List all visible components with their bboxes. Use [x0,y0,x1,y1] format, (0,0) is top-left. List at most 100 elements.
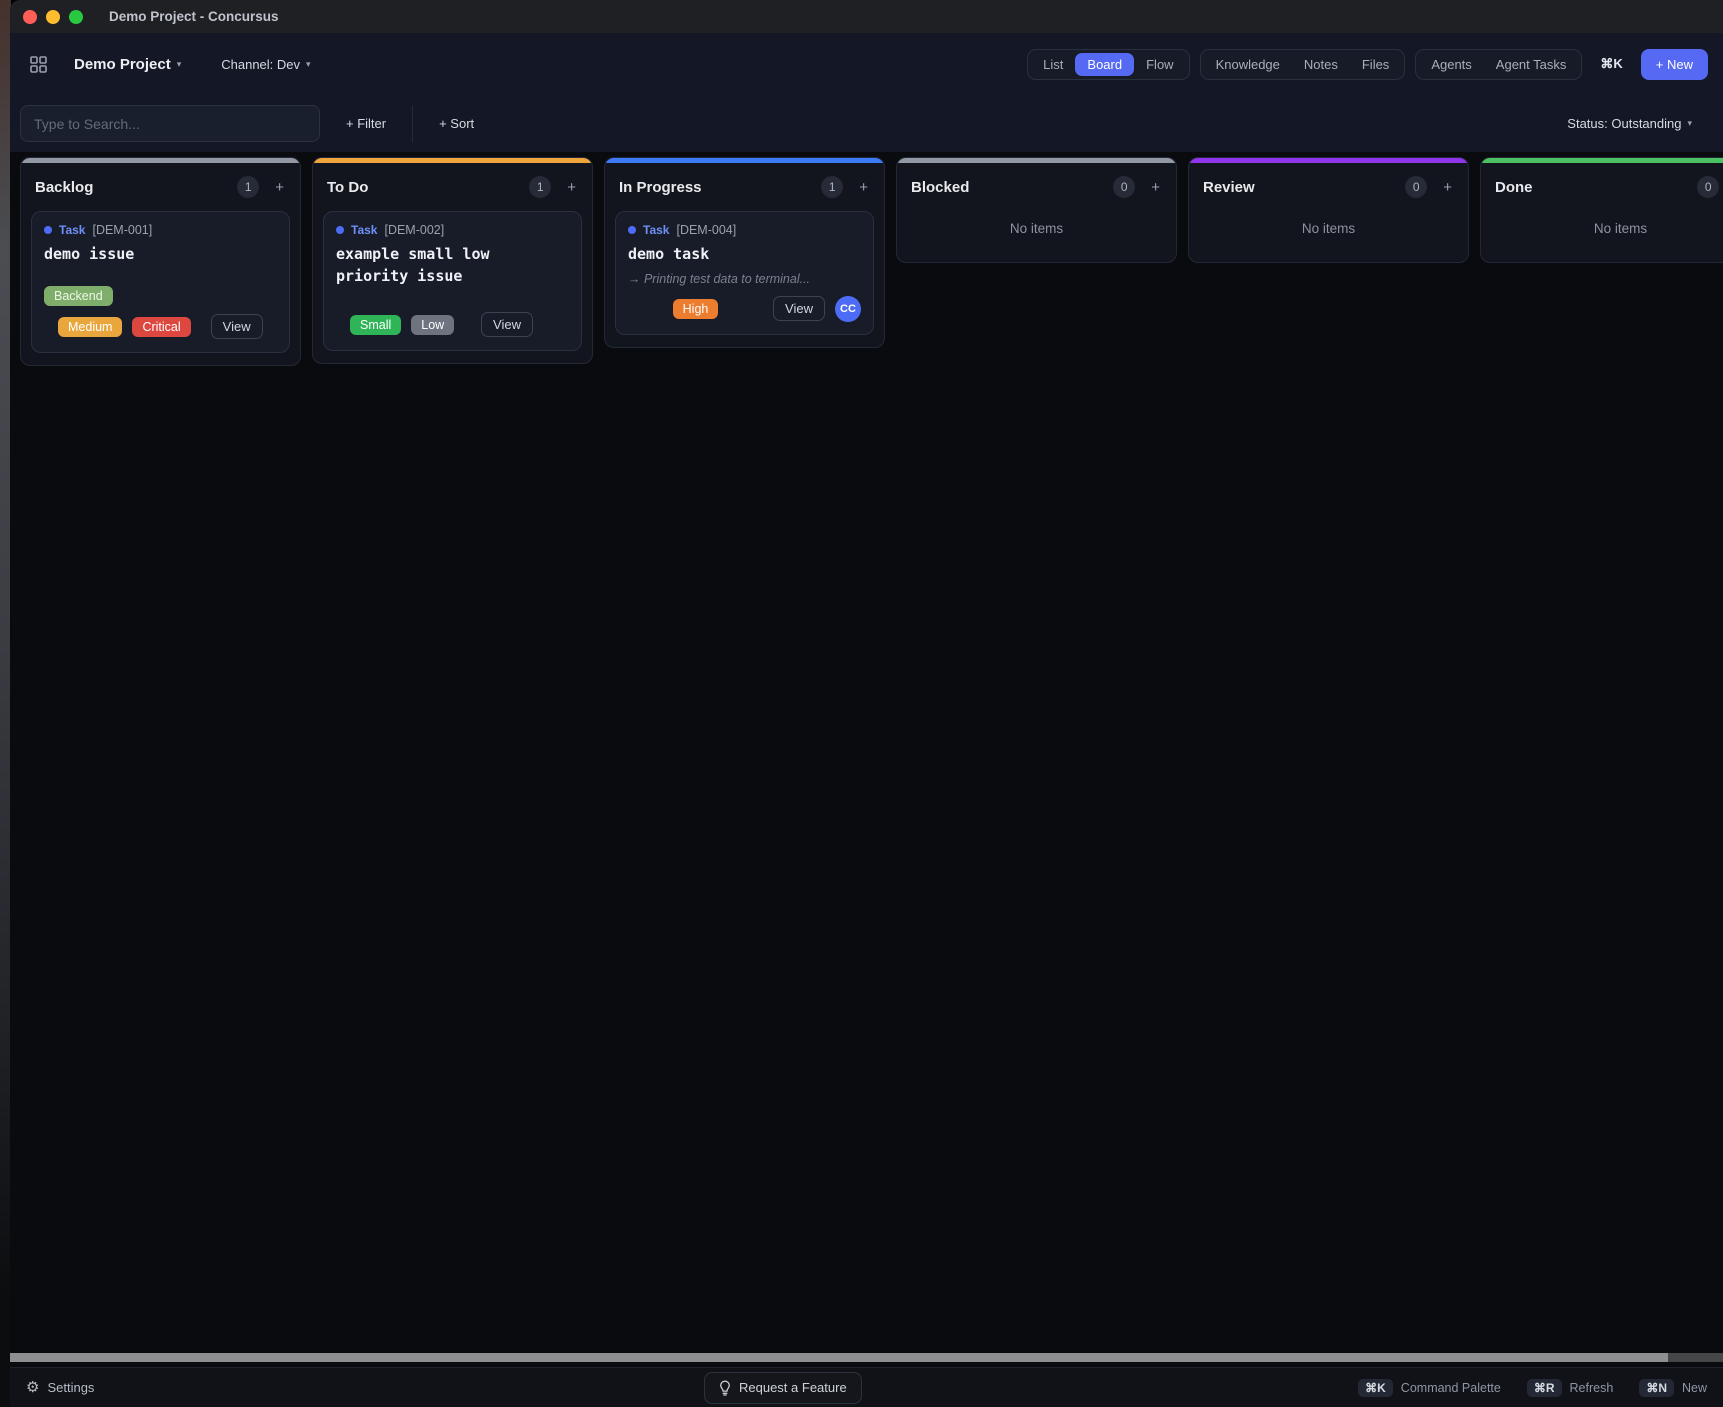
cards-container: Task [DEM-004] demo task → Printing test… [605,207,884,347]
priority-pill-high: High [673,299,719,319]
column-count-badge: 0 [1405,176,1427,198]
pill-row: Medium Critical View [44,314,277,340]
task-type-dot-icon [628,226,636,234]
search-input[interactable] [20,105,320,142]
shortcut-hints: ⌘K Command Palette ⌘R Refresh ⌘N New [1358,1379,1707,1397]
tab-knowledge[interactable]: Knowledge [1204,53,1292,76]
tab-notes[interactable]: Notes [1292,53,1350,76]
project-switcher[interactable]: Demo Project [74,56,171,73]
add-card-button[interactable]: + [565,179,578,196]
task-type-label: Task [643,223,669,237]
traffic-light-zoom-icon[interactable] [69,10,83,24]
column-backlog: Backlog 1 + Task [DEM-001] demo issue Ba… [20,157,301,366]
column-title: To Do [327,179,368,196]
column-title: Blocked [911,179,969,196]
status-filter-dropdown[interactable]: Status: Outstanding ▾ [1567,116,1692,131]
tab-board[interactable]: Board [1075,53,1134,76]
shortcut-label: New [1682,1381,1707,1395]
task-card[interactable]: Task [DEM-004] demo task → Printing test… [615,211,874,335]
new-shortcut[interactable]: ⌘N New [1639,1379,1707,1397]
card-type-row: Task [DEM-001] [44,223,277,237]
cards-container: Task [DEM-002] example small low priorit… [313,207,592,363]
task-id: [DEM-001] [92,223,152,237]
settings-label: Settings [47,1380,94,1395]
column-count-badge: 1 [529,176,551,198]
lightbulb-icon [719,1380,731,1396]
doc-tabs: Knowledge Notes Files [1200,49,1406,80]
column-count-badge: 1 [821,176,843,198]
horizontal-scrollbar-track[interactable] [10,1353,1723,1362]
command-palette-shortcut[interactable]: ⌘K [1600,56,1622,72]
status-bar: ⚙ Settings Request a Feature ⌘K Command … [10,1367,1723,1407]
cards-container: Task [DEM-001] demo issue Backend Medium… [21,207,300,365]
priority-pill-low: Low [411,315,454,335]
command-palette-shortcut[interactable]: ⌘K Command Palette [1358,1379,1501,1397]
request-feature-label: Request a Feature [739,1380,847,1395]
sort-button[interactable]: + Sort [439,116,474,131]
task-id: [DEM-002] [384,223,444,237]
grid-icon[interactable] [30,56,47,73]
column-title: Backlog [35,179,93,196]
card-type-row: Task [DEM-002] [336,223,569,237]
channel-switcher[interactable]: Channel: Dev [221,57,300,72]
pill-row: High View CC [628,296,861,322]
column-header: Review 0 + [1189,163,1468,207]
task-type-label: Task [59,223,85,237]
task-card[interactable]: Task [DEM-001] demo issue Backend Medium… [31,211,290,353]
tag-backend: Backend [44,286,113,306]
column-title: In Progress [619,179,702,196]
task-title: demo issue [44,244,277,266]
empty-column-message: No items [1189,207,1468,262]
shortcut-label: Command Palette [1401,1381,1501,1395]
column-title: Review [1203,179,1255,196]
column-review: Review 0 + No items [1188,157,1469,263]
toolbar: + Filter + Sort Status: Outstanding ▾ [10,95,1723,152]
tab-list[interactable]: List [1031,53,1075,76]
refresh-shortcut[interactable]: ⌘R Refresh [1527,1379,1613,1397]
avatar-slot [273,314,299,340]
add-card-button[interactable]: + [857,179,870,196]
task-card[interactable]: Task [DEM-002] example small low priorit… [323,211,582,351]
traffic-light-minimize-icon[interactable] [46,10,60,24]
filter-button[interactable]: + Filter [346,116,386,131]
column-header: Done 0 + [1481,163,1723,207]
tab-files[interactable]: Files [1350,53,1401,76]
task-title: demo task [628,244,861,266]
size-pill-small: Small [350,315,401,335]
column-title: Done [1495,179,1533,196]
add-card-button[interactable]: + [1149,179,1162,196]
settings-button[interactable]: ⚙ Settings [26,1380,94,1395]
chevron-down-icon: ▾ [1687,118,1692,129]
traffic-light-close-icon[interactable] [23,10,37,24]
priority-pill-medium: Medium [58,317,122,337]
task-type-label: Task [351,223,377,237]
column-count-badge: 0 [1113,176,1135,198]
add-card-button[interactable]: + [273,179,286,196]
tab-flow[interactable]: Flow [1134,53,1185,76]
pill-row: Small Low View [336,312,569,338]
view-button[interactable]: View [211,314,263,339]
column-header: In Progress 1 + [605,163,884,207]
view-button[interactable]: View [773,296,825,321]
toolbar-divider [412,106,413,142]
tab-agents[interactable]: Agents [1419,53,1483,76]
add-card-button[interactable]: + [1441,179,1454,196]
assignee-avatar[interactable]: CC [835,296,861,322]
tab-agent-tasks[interactable]: Agent Tasks [1484,53,1579,76]
avatar-slot [543,312,569,338]
kbd-cmd-k: ⌘K [1358,1379,1393,1397]
macos-titlebar: Demo Project - Concursus [10,0,1723,33]
task-id: [DEM-004] [676,223,736,237]
request-feature-button[interactable]: Request a Feature [704,1372,862,1404]
app-window: Demo Project - Concursus Demo Project ▾ … [10,0,1723,1407]
column-done: Done 0 + No items [1480,157,1723,263]
chevron-down-icon: ▾ [177,59,182,70]
chevron-down-icon: ▾ [306,59,311,70]
status-filter-label: Status: Outstanding [1567,116,1681,131]
view-button[interactable]: View [481,312,533,337]
new-button[interactable]: + New [1641,49,1708,80]
kbd-cmd-r: ⌘R [1527,1379,1562,1397]
column-blocked: Blocked 0 + No items [896,157,1177,263]
horizontal-scrollbar-thumb[interactable] [10,1353,1668,1362]
app-header: Demo Project ▾ Channel: Dev ▾ List Board… [10,33,1723,95]
